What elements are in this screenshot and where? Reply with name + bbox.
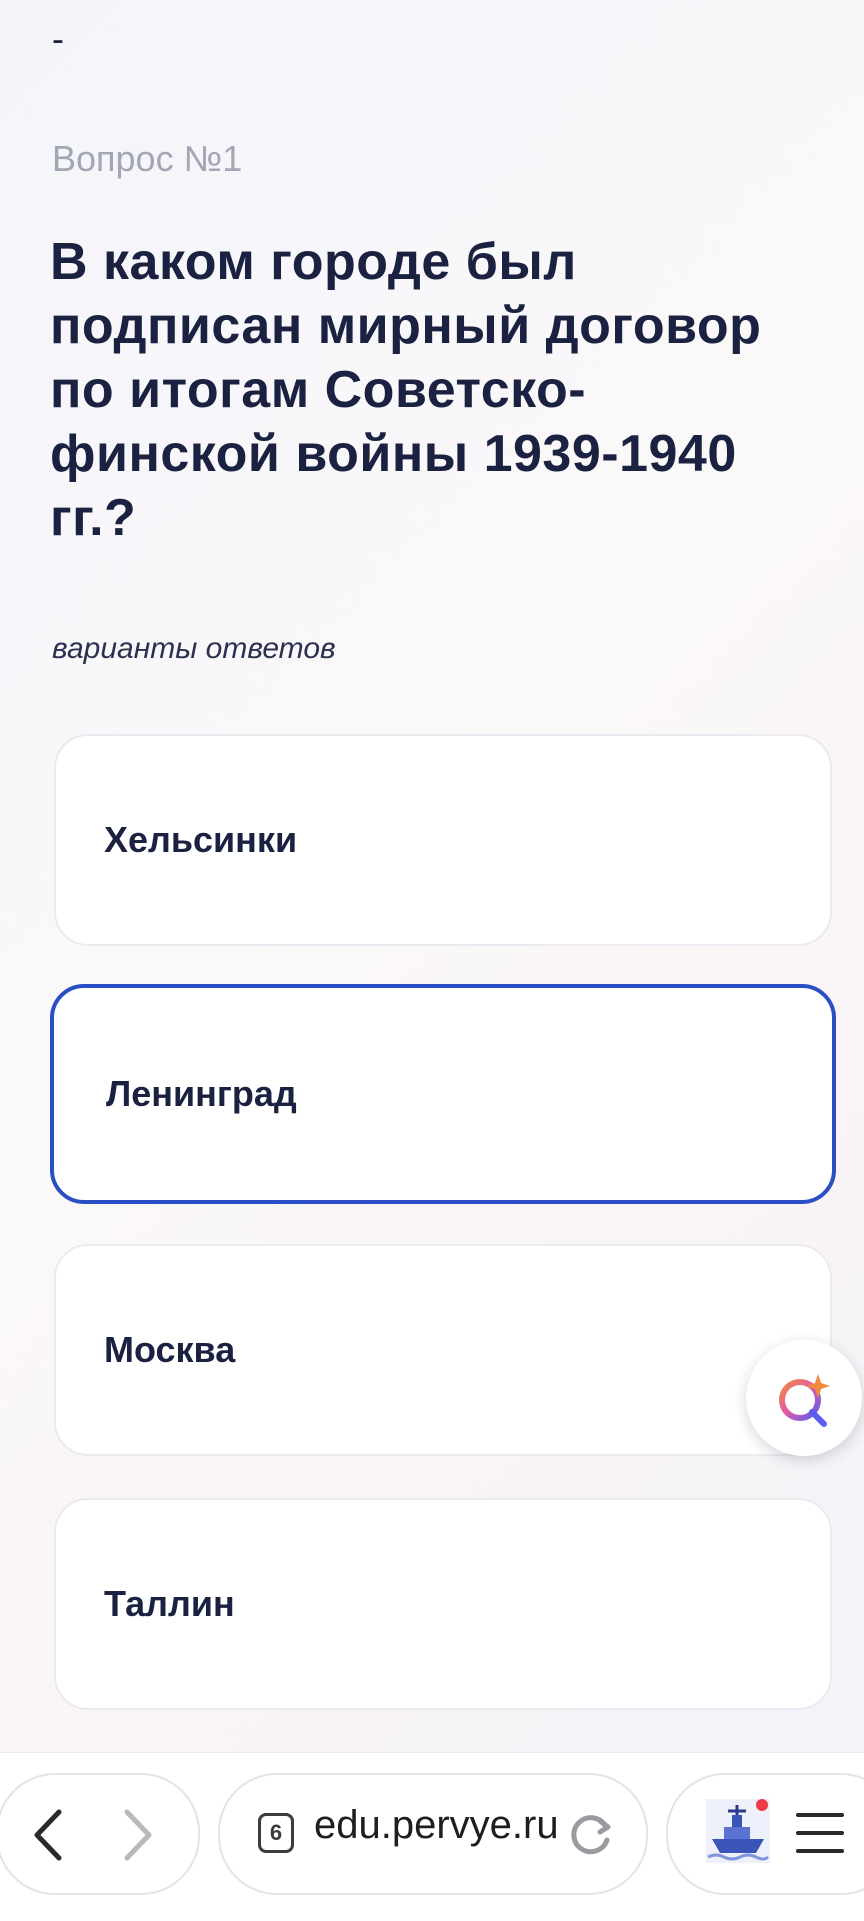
quiz-page: - Вопрос №1 В каком городе был подписан …	[0, 0, 864, 1752]
answer-label: Хельсинки	[104, 819, 298, 860]
assistant-icon	[779, 1374, 830, 1427]
url-text: edu.pervye.ru	[314, 1803, 559, 1847]
reload-icon[interactable]	[566, 1809, 616, 1859]
forward-button[interactable]	[102, 1805, 172, 1865]
back-button[interactable]	[14, 1805, 84, 1865]
browser-toolbar: 6 edu.pervye.ru	[0, 1752, 864, 1921]
question-number: Вопрос №1	[52, 138, 243, 179]
assistant-button[interactable]	[746, 1340, 862, 1456]
answer-label: Ленинград	[106, 1073, 297, 1114]
navigation-group	[0, 1773, 200, 1895]
extensions-menu-group	[666, 1773, 864, 1895]
answer-label: Таллин	[104, 1583, 235, 1624]
chevron-right-icon	[124, 1809, 152, 1861]
answer-option-helsinki[interactable]: Хельсинки	[54, 734, 832, 946]
answer-option-leningrad[interactable]: Ленинград	[50, 984, 836, 1204]
answers-caption: варианты ответов	[52, 632, 336, 665]
notification-dot	[756, 1799, 768, 1811]
answer-option-moscow[interactable]: Москва	[54, 1244, 832, 1456]
chevron-left-icon	[34, 1809, 62, 1861]
answer-label: Москва	[104, 1329, 236, 1370]
hamburger-menu-icon[interactable]	[796, 1811, 844, 1855]
top-dash: -	[52, 18, 64, 59]
address-bar[interactable]: 6 edu.pervye.ru	[218, 1773, 648, 1895]
question-title: В каком городе был подписан мирный догов…	[50, 233, 762, 547]
tab-count-button[interactable]: 6	[258, 1813, 294, 1853]
answer-option-tallinn[interactable]: Таллин	[54, 1498, 832, 1710]
